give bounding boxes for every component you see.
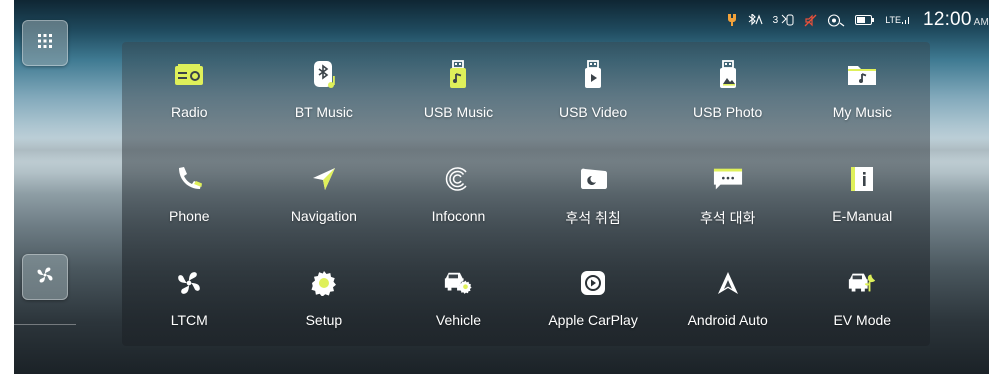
app-label: Phone (169, 208, 210, 224)
bt-music-icon (309, 60, 339, 90)
infoconn-icon (443, 164, 473, 194)
app-ltcm[interactable]: LTCM (122, 250, 257, 346)
usb-video-icon (578, 60, 608, 90)
app-label: USB Photo (693, 104, 763, 120)
ev-mode-icon (847, 268, 877, 298)
app-label: LTCM (170, 312, 208, 328)
app-label: Infoconn (431, 208, 486, 224)
app-ev-mode[interactable]: EV Mode (795, 250, 930, 346)
rear-talk-icon (713, 164, 743, 194)
setup-gear-icon (309, 268, 339, 298)
app-my-music[interactable]: My Music (795, 42, 930, 146)
navigation-icon (309, 164, 339, 194)
battery-icon (855, 15, 875, 25)
app-label: BT Music (294, 104, 353, 120)
app-grid: Radio BT Music USB Music USB Video USB P… (122, 42, 930, 346)
phone-battery-icon: 3 (773, 14, 795, 26)
usb-photo-icon (713, 60, 743, 90)
app-navigation[interactable]: Navigation (257, 146, 392, 250)
app-label: USB Music (423, 104, 494, 120)
mute-icon (804, 14, 817, 27)
app-phone[interactable]: Phone (122, 146, 257, 250)
app-infoconn[interactable]: Infoconn (391, 146, 526, 250)
app-setup[interactable]: Setup (257, 250, 392, 346)
rear-sleep-icon (578, 164, 608, 194)
app-label: E-Manual (832, 208, 893, 224)
apple-carplay-icon (578, 268, 608, 298)
app-radio[interactable]: Radio (122, 42, 257, 146)
clock-time: 12:00 (923, 9, 972, 30)
lte-signal-icon: LTE (885, 15, 911, 25)
app-rear-sleep[interactable]: 후석 취침 (526, 146, 661, 250)
bt-battery-text: 3 (772, 14, 779, 26)
vehicle-icon (443, 268, 473, 298)
app-e-manual[interactable]: E-Manual (795, 146, 930, 250)
e-manual-icon (847, 164, 877, 194)
status-clock: 12:00 AM (923, 9, 989, 31)
app-vehicle[interactable]: Vehicle (391, 250, 526, 346)
ltcm-fan-icon (174, 268, 204, 298)
all-menu-button[interactable] (22, 20, 68, 66)
app-label: Vehicle (435, 312, 482, 328)
apps-grid-icon (37, 33, 53, 54)
radio-icon (174, 60, 204, 90)
app-rear-talk[interactable]: 후석 대화 (660, 146, 795, 250)
side-divider (14, 324, 76, 325)
app-usb-music[interactable]: USB Music (391, 42, 526, 146)
app-label: EV Mode (833, 312, 892, 328)
wifi-phone-icon (827, 13, 845, 27)
app-menu-panel: Radio BT Music USB Music USB Video USB P… (122, 42, 930, 346)
home-screen: 3 LTE 12:00 AM Radio BT Music USB Music … (14, 0, 989, 374)
app-label: 후석 대화 (699, 210, 756, 226)
app-label: USB Video (558, 104, 628, 120)
app-bt-music[interactable]: BT Music (257, 42, 392, 146)
app-usb-video[interactable]: USB Video (526, 42, 661, 146)
network-text: LTE (885, 15, 902, 25)
charging-icon (727, 13, 737, 27)
climate-button[interactable] (22, 254, 68, 300)
status-bar: 3 LTE 12:00 AM (727, 8, 989, 32)
clock-ampm: AM (973, 17, 989, 28)
fan-icon (36, 266, 54, 289)
app-label: Android Auto (687, 312, 768, 328)
bluetooth-audio-icon (747, 14, 763, 26)
app-android-auto[interactable]: Android Auto (660, 250, 795, 346)
app-apple-carplay[interactable]: Apple CarPlay (526, 250, 661, 346)
app-label: Setup (305, 312, 343, 328)
folder-music-icon (847, 60, 877, 90)
app-label: 후석 취침 (565, 210, 621, 226)
app-label: My Music (832, 104, 892, 120)
phone-icon (174, 164, 204, 194)
app-label: Radio (171, 104, 208, 120)
app-label: Apple CarPlay (548, 312, 638, 328)
app-label: Navigation (290, 208, 357, 224)
android-auto-icon (713, 268, 743, 298)
app-usb-photo[interactable]: USB Photo (660, 42, 795, 146)
usb-music-icon (443, 60, 473, 90)
